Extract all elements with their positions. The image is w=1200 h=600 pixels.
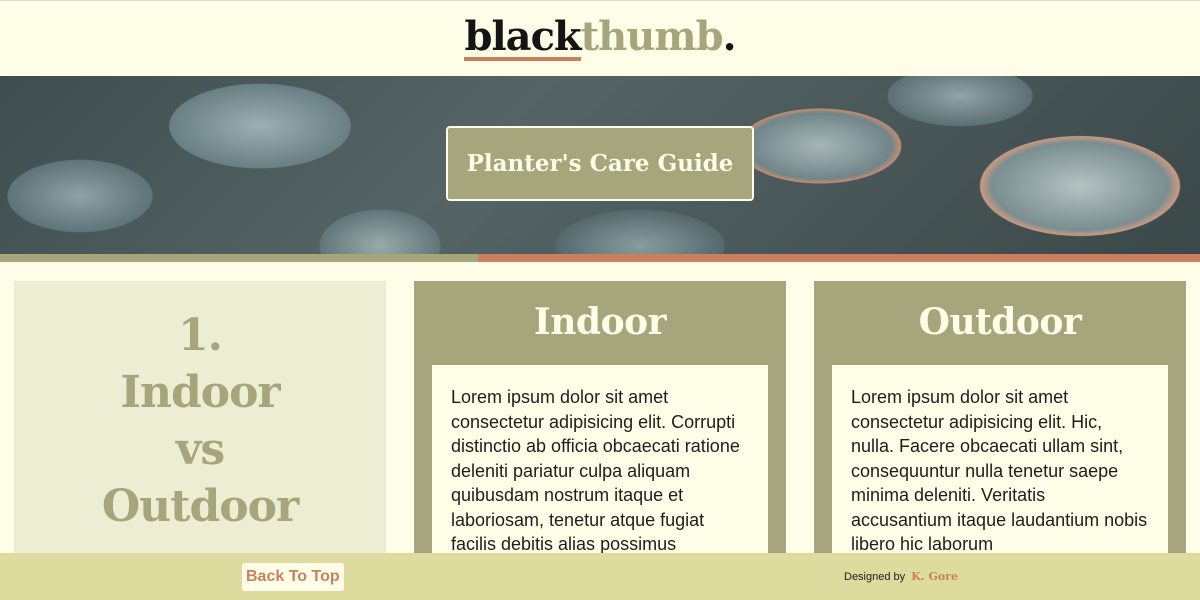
accent-bar-olive [0, 254, 478, 262]
intro-line-indoor: Indoor [120, 367, 280, 418]
indoor-card-body: Lorem ipsum dolor sit amet consectetur a… [432, 365, 768, 571]
designed-by-label: Designed by [844, 571, 906, 583]
intro-card: 1. Indoor vs Outdoor [14, 281, 386, 571]
hero-title-box: Planter's Care Guide [446, 126, 754, 201]
back-to-top-button[interactable]: Back To Top [242, 563, 344, 591]
accent-bar-terracotta [478, 254, 1200, 262]
logo[interactable]: black thumb. [464, 12, 737, 61]
intro-line-outdoor: Outdoor [101, 481, 299, 532]
accent-bar [0, 254, 1200, 262]
hero-title: Planter's Care Guide [466, 150, 734, 177]
hero-banner: Planter's Care Guide [0, 76, 1200, 254]
logo-dot: . [722, 12, 737, 60]
indoor-card-heading: Indoor [533, 301, 667, 343]
author-link[interactable]: K. Gore [911, 570, 958, 583]
outdoor-card-body: Lorem ipsum dolor sit amet consectetur a… [832, 365, 1168, 571]
outdoor-card-heading: Outdoor [918, 301, 1082, 343]
indoor-card: Indoor Lorem ipsum dolor sit amet consec… [414, 281, 786, 571]
intro-line-vs: vs [175, 424, 225, 475]
site-footer: Back To Top Designed by K. Gore [0, 553, 1200, 600]
logo-black-text: black [464, 12, 582, 61]
site-header: black thumb. [0, 0, 1200, 76]
outdoor-card-text: Lorem ipsum dolor sit amet consectetur a… [851, 387, 1148, 554]
designer-credit: Designed by K. Gore [844, 570, 958, 583]
indoor-card-text: Lorem ipsum dolor sit amet consectetur a… [451, 387, 740, 554]
card-row: 1. Indoor vs Outdoor Indoor Lorem ipsum … [14, 281, 1186, 571]
outdoor-card: Outdoor Lorem ipsum dolor sit amet conse… [814, 281, 1186, 571]
intro-number: 1. [178, 310, 223, 361]
logo-thumb-text: thumb [580, 12, 724, 60]
